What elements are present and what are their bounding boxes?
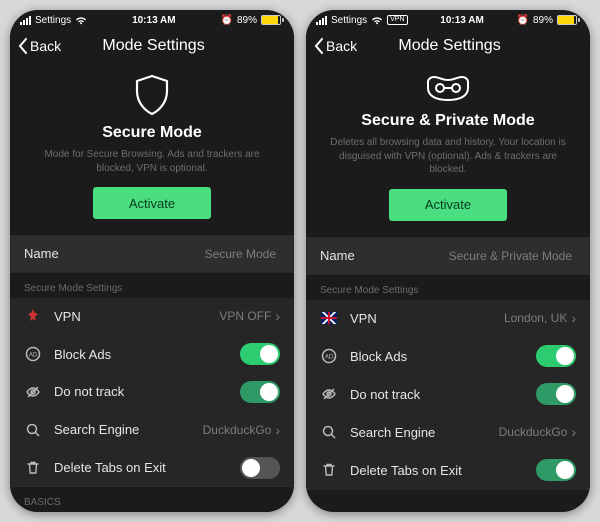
do-not-track-toggle[interactable] (240, 381, 280, 403)
vpn-off-icon (24, 307, 42, 325)
name-label: Name (24, 246, 205, 261)
chevron-right-icon: › (275, 422, 280, 438)
search-engine-label: Search Engine (350, 425, 499, 440)
mask-icon (326, 74, 570, 104)
block-ads-toggle[interactable] (536, 345, 576, 367)
battery-icon (557, 15, 580, 25)
activate-button[interactable]: Activate (389, 189, 507, 221)
vpn-value: VPN OFF (219, 309, 271, 323)
do-not-track-icon (24, 383, 42, 401)
battery-percent: 89% (533, 15, 553, 26)
mode-title: Secure & Private Mode (326, 112, 570, 130)
status-app-label: Settings (331, 15, 367, 26)
section-header: Secure Mode Settings (306, 275, 590, 300)
wifi-icon (75, 16, 87, 25)
page-title: Mode Settings (21, 37, 286, 55)
svg-text:AD: AD (29, 353, 38, 359)
battery-percent: 89% (237, 15, 257, 26)
search-engine-value: DuckduckGo (499, 425, 568, 439)
basics-header: BASICS (10, 487, 294, 512)
do-not-track-label: Do not track (350, 387, 536, 402)
name-value: Secure Mode (205, 247, 276, 261)
row-do-not-track: Do not track (10, 374, 294, 412)
page-title: Mode Settings (317, 37, 582, 55)
vpn-status-icon: VPN (387, 15, 407, 25)
block-ads-label: Block Ads (54, 347, 240, 362)
row-vpn[interactable]: VPN VPN OFF › (10, 298, 294, 336)
delete-tabs-label: Delete Tabs on Exit (54, 460, 240, 475)
search-icon (24, 421, 42, 439)
battery-icon (261, 15, 284, 25)
mode-title: Secure Mode (30, 124, 274, 142)
row-block-ads: AD Block Ads (306, 338, 590, 376)
row-block-ads: AD Block Ads (10, 336, 294, 374)
alarm-icon: ⏰ (221, 15, 233, 26)
shield-icon (30, 74, 274, 116)
nav-bar: Back Mode Settings (10, 28, 294, 64)
signal-icon (316, 16, 327, 25)
mode-description: Deletes all browsing data and history. Y… (326, 136, 570, 177)
wifi-icon (371, 16, 383, 25)
status-time: 10:13 AM (132, 15, 176, 26)
delete-tabs-label: Delete Tabs on Exit (350, 463, 536, 478)
delete-tabs-toggle[interactable] (240, 457, 280, 479)
phone-right: Settings VPN 10:13 AM ⏰ 89% Back Mode Se… (306, 10, 590, 512)
row-do-not-track: Do not track (306, 376, 590, 414)
chevron-right-icon: › (571, 310, 576, 326)
search-icon (320, 423, 338, 441)
row-delete-tabs: Delete Tabs on Exit (306, 452, 590, 490)
status-app-label: Settings (35, 15, 71, 26)
alarm-icon: ⏰ (517, 15, 529, 26)
hero: Secure Mode Mode for Secure Browsing. Ad… (10, 64, 294, 235)
search-engine-label: Search Engine (54, 422, 203, 437)
do-not-track-toggle[interactable] (536, 383, 576, 405)
chevron-right-icon: › (275, 308, 280, 324)
name-label: Name (320, 248, 449, 263)
name-row[interactable]: Name Secure Mode (10, 235, 294, 273)
status-time: 10:13 AM (440, 15, 484, 26)
phone-left: Settings 10:13 AM ⏰ 89% Back Mode Settin… (10, 10, 294, 512)
row-search-engine[interactable]: Search Engine DuckduckGo › (10, 411, 294, 449)
block-ads-toggle[interactable] (240, 343, 280, 365)
vpn-value: London, UK (504, 311, 567, 325)
signal-icon (20, 16, 31, 25)
row-delete-tabs: Delete Tabs on Exit (10, 449, 294, 487)
search-engine-value: DuckduckGo (203, 423, 272, 437)
mode-description: Mode for Secure Browsing. Ads and tracke… (30, 148, 274, 175)
row-vpn[interactable]: VPN London, UK › (306, 300, 590, 338)
delete-tabs-toggle[interactable] (536, 459, 576, 481)
vpn-label: VPN (54, 309, 219, 324)
section-header: Secure Mode Settings (10, 273, 294, 298)
hero: Secure & Private Mode Deletes all browsi… (306, 64, 590, 237)
block-ads-icon: AD (320, 347, 338, 365)
nav-bar: Back Mode Settings (306, 28, 590, 64)
uk-flag-icon (320, 309, 338, 327)
svg-text:AD: AD (325, 355, 334, 361)
block-ads-icon: AD (24, 345, 42, 363)
status-bar: Settings 10:13 AM ⏰ 89% (10, 10, 294, 28)
do-not-track-icon (320, 385, 338, 403)
name-value: Secure & Private Mode (449, 249, 572, 263)
trash-icon (320, 461, 338, 479)
do-not-track-label: Do not track (54, 384, 240, 399)
activate-button[interactable]: Activate (93, 187, 211, 219)
chevron-right-icon: › (571, 424, 576, 440)
trash-icon (24, 459, 42, 477)
vpn-label: VPN (350, 311, 504, 326)
name-row[interactable]: Name Secure & Private Mode (306, 237, 590, 275)
block-ads-label: Block Ads (350, 349, 536, 364)
row-search-engine[interactable]: Search Engine DuckduckGo › (306, 414, 590, 452)
status-bar: Settings VPN 10:13 AM ⏰ 89% (306, 10, 590, 28)
